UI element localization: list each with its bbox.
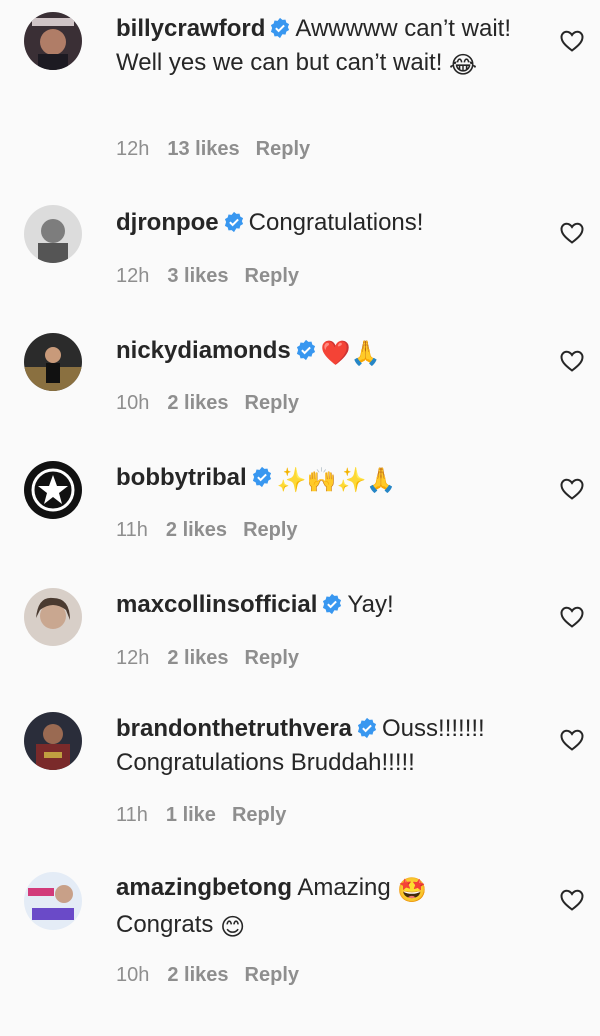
comment-body: nickydiamonds ❤️🙏 <box>116 334 516 371</box>
heart-icon[interactable] <box>560 478 584 500</box>
verified-badge-icon <box>269 17 291 39</box>
comment-text: Amazing <box>297 874 391 901</box>
comment-time[interactable]: 11h <box>116 804 148 826</box>
username[interactable]: maxcollinsofficial <box>116 591 317 618</box>
comment-meta: 10h 2 likes Reply <box>116 392 315 415</box>
comment-likes[interactable]: 13 likes <box>167 138 239 160</box>
verified-badge-icon <box>356 717 378 739</box>
reply-button[interactable]: Reply <box>243 519 297 541</box>
comment-text: Congratulations! <box>248 209 424 236</box>
comment-emoji: ✨🙌✨🙏 <box>276 467 397 494</box>
username[interactable]: amazingbetong <box>116 874 292 901</box>
reply-button[interactable]: Reply <box>245 647 299 669</box>
comment-body: brandonthetruthvera Ouss!!!!!!! Congratul… <box>116 712 536 780</box>
comment-body: amazingbetong Amazing 🤩 Congrats 😊 <box>116 871 516 945</box>
comment-emoji: 😂 <box>449 52 478 79</box>
username[interactable]: brandonthetruthvera <box>116 715 352 742</box>
username[interactable]: billycrawford <box>116 15 265 42</box>
comment-time[interactable]: 10h <box>116 964 149 986</box>
comment-emoji: 😊 <box>220 914 246 941</box>
heart-icon[interactable] <box>560 606 584 628</box>
comment-meta: 12h 2 likes Reply <box>116 647 315 670</box>
reply-button[interactable]: Reply <box>232 804 286 826</box>
comment-meta: 11h 2 likes Reply <box>116 519 314 542</box>
comment-meta: 12h 13 likes Reply <box>116 138 326 161</box>
comment-likes[interactable]: 2 likes <box>167 647 228 669</box>
avatar[interactable] <box>24 12 82 70</box>
username[interactable]: bobbytribal <box>116 464 247 491</box>
username[interactable]: nickydiamonds <box>116 337 291 364</box>
avatar[interactable] <box>24 872 82 930</box>
avatar[interactable] <box>24 205 82 263</box>
heart-icon[interactable] <box>560 350 584 372</box>
comment-time[interactable]: 10h <box>116 392 149 414</box>
heart-icon[interactable] <box>560 729 584 751</box>
comment-meta: 11h 1 like Reply <box>116 804 302 827</box>
comment-body: djronpoe Congratulations! <box>116 206 516 240</box>
comment-body: billycrawford Awwwww can’t wait! Well yes… <box>116 12 516 83</box>
comment-time[interactable]: 12h <box>116 647 149 669</box>
verified-badge-icon <box>251 466 273 488</box>
comment-time[interactable]: 12h <box>116 138 149 160</box>
comment-time[interactable]: 12h <box>116 265 149 287</box>
comment-likes[interactable]: 1 like <box>166 804 216 826</box>
comment-likes[interactable]: 2 likes <box>166 519 227 541</box>
username[interactable]: djronpoe <box>116 209 219 236</box>
comment-likes[interactable]: 2 likes <box>167 964 228 986</box>
avatar[interactable] <box>24 333 82 391</box>
comment-text: Yay! <box>347 591 394 618</box>
avatar[interactable] <box>24 712 82 770</box>
comment-text: Congrats <box>116 911 214 938</box>
heart-icon[interactable] <box>560 30 584 52</box>
heart-icon[interactable] <box>560 222 584 244</box>
comment-emoji: 🤩 <box>397 877 428 904</box>
comment-likes[interactable]: 3 likes <box>167 265 228 287</box>
comment-emoji: ❤️🙏 <box>320 340 381 367</box>
comment-meta: 12h 3 likes Reply <box>116 265 315 288</box>
heart-icon[interactable] <box>560 889 584 911</box>
avatar[interactable] <box>24 461 82 519</box>
reply-button[interactable]: Reply <box>256 138 310 160</box>
comment-meta: 10h 2 likes Reply <box>116 964 315 987</box>
verified-badge-icon <box>321 593 343 615</box>
comment-likes[interactable]: 2 likes <box>167 392 228 414</box>
comment-body: maxcollinsofficial Yay! <box>116 588 516 622</box>
reply-button[interactable]: Reply <box>245 964 299 986</box>
avatar[interactable] <box>24 588 82 646</box>
reply-button[interactable]: Reply <box>245 392 299 414</box>
comment-body: bobbytribal ✨🙌✨🙏 <box>116 461 516 498</box>
comment-time[interactable]: 11h <box>116 519 148 541</box>
reply-button[interactable]: Reply <box>245 265 299 287</box>
verified-badge-icon <box>295 339 317 361</box>
verified-badge-icon <box>223 211 245 233</box>
